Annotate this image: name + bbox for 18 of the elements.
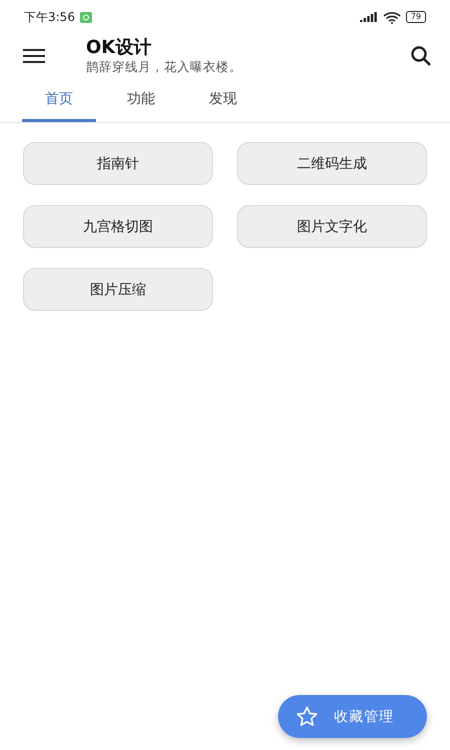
tool-button[interactable]: 九宫格切图 [23,205,213,248]
menu-icon[interactable] [20,46,48,66]
tool-button[interactable]: 指南针 [23,142,213,185]
star-icon [296,706,318,727]
app-notification-icon [80,12,92,22]
tab[interactable]: 首页 [22,78,96,122]
tool-button[interactable]: 图片文字化 [237,205,427,248]
tab[interactable]: 发现 [186,78,260,122]
app-title: OK设计 [86,37,152,59]
wifi-icon [382,10,401,24]
battery-level: 79 [406,11,426,23]
app-subtitle: 鹊辞穿线月，花入曝衣楼。 [86,59,243,75]
signal-icon [360,12,378,22]
tab[interactable]: 功能 [104,78,178,122]
favorites-button[interactable]: 收藏管理 [278,695,427,738]
tool-button[interactable]: 二维码生成 [237,142,427,185]
tool-button[interactable]: 图片压缩 [23,268,213,311]
status-time: 下午3:56 [24,8,75,26]
